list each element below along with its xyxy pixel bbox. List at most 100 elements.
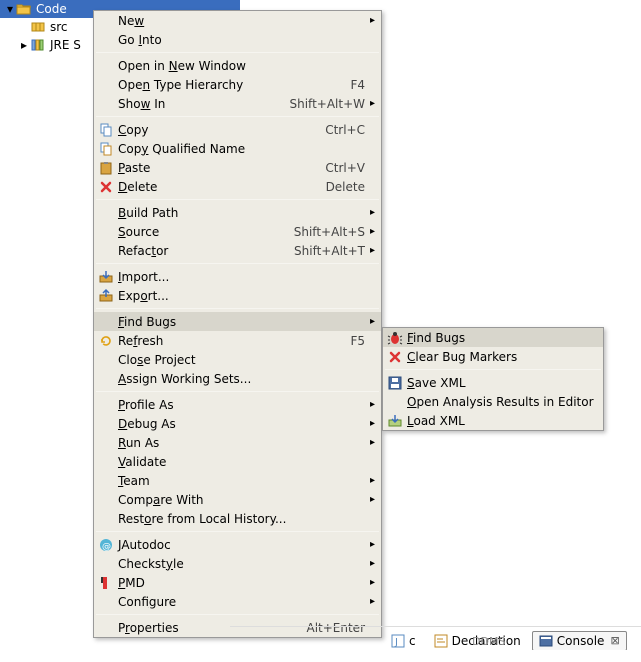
menu-item-label: Run As (118, 436, 357, 450)
menu-item[interactable]: PasteCtrl+V (94, 158, 381, 177)
menu-item[interactable]: Configure▸ (94, 592, 381, 611)
menu-item-label: Source (118, 225, 286, 239)
menu-icon-empty (98, 224, 114, 240)
menu-item[interactable]: Validate (94, 452, 381, 471)
menu-accelerator: F5 (350, 334, 365, 348)
menu-item-label: Delete (118, 180, 318, 194)
menu-item[interactable]: RefactorShift+Alt+T▸ (94, 241, 381, 260)
menu-icon-empty (98, 13, 114, 29)
menu-item[interactable]: Restore from Local History... (94, 509, 381, 528)
menu-separator (96, 308, 379, 309)
submenu-arrow-icon: ▸ (365, 539, 375, 550)
bug-icon (387, 330, 403, 346)
menu-item[interactable]: Compare With▸ (94, 490, 381, 509)
menu-item[interactable]: Save XML (383, 373, 603, 392)
expand-toggle[interactable]: ▾ (4, 2, 16, 16)
menu-item-label: Go Into (118, 33, 357, 47)
menu-item-label: Clear Bug Markers (407, 350, 597, 364)
menu-accelerator: Shift+Alt+S (294, 225, 365, 239)
menu-icon-empty (98, 397, 114, 413)
tab-label: Console (557, 634, 605, 648)
close-icon[interactable]: ⊠ (610, 634, 619, 647)
menu-item[interactable]: Export... (94, 286, 381, 305)
menu-icon-empty (98, 352, 114, 368)
menu-item[interactable]: Copy Qualified Name (94, 139, 381, 158)
svg-text:J: J (394, 637, 398, 648)
menu-item[interactable]: RefreshF5 (94, 331, 381, 350)
menu-separator (96, 52, 379, 53)
menu-item[interactable]: CopyCtrl+C (94, 120, 381, 139)
menu-item[interactable]: Find Bugs▸ (94, 312, 381, 331)
package-icon (30, 19, 46, 35)
menu-accelerator: F4 (350, 78, 365, 92)
menu-item[interactable]: Assign Working Sets... (94, 369, 381, 388)
menu-item[interactable]: @JAutodoc▸ (94, 535, 381, 554)
menu-item[interactable]: Source Shift+Alt+S▸ (94, 222, 381, 241)
expand-toggle[interactable]: ▸ (18, 38, 30, 52)
refresh-icon (98, 333, 114, 349)
menu-item[interactable]: Open Type Hierarchy F4 (94, 75, 381, 94)
menu-item-label: Validate (118, 455, 357, 469)
menu-item-label: Open in New Window (118, 59, 357, 73)
menu-item[interactable]: Open in New Window (94, 56, 381, 75)
menu-icon-empty (98, 243, 114, 259)
menu-icon-empty (98, 594, 114, 610)
menu-item-label: Open Type Hierarchy (118, 78, 342, 92)
copy-qual-icon (98, 141, 114, 157)
menu-item[interactable]: PMD▸ (94, 573, 381, 592)
menu-item-label: Paste (118, 161, 317, 175)
menu-item[interactable]: Find Bugs (383, 328, 603, 347)
menu-item[interactable]: Load XML (383, 411, 603, 430)
menu-icon-empty (98, 511, 114, 527)
javadoc-icon: J (391, 634, 405, 648)
menu-separator (96, 199, 379, 200)
tree-node-label: JRE S (48, 38, 83, 52)
paste-icon (98, 160, 114, 176)
tree-node-label: Code (34, 2, 69, 16)
menu-icon-empty (98, 454, 114, 470)
menu-icon-empty (98, 32, 114, 48)
menu-item[interactable]: Team▸ (94, 471, 381, 490)
submenu-arrow-icon: ▸ (365, 437, 375, 448)
menu-item[interactable]: DeleteDelete (94, 177, 381, 196)
menu-item[interactable]: Run As ▸ (94, 433, 381, 452)
menu-item[interactable]: Go Into (94, 30, 381, 49)
menu-accelerator: Ctrl+C (325, 123, 365, 137)
menu-icon-empty (98, 416, 114, 432)
tree-node-label: src (48, 20, 70, 34)
delete-icon (98, 179, 114, 195)
menu-item[interactable]: Checkstyle▸ (94, 554, 381, 573)
import-icon (98, 269, 114, 285)
submenu-arrow-icon: ▸ (365, 245, 375, 256)
menu-item-label: Restore from Local History... (118, 512, 357, 526)
menu-item[interactable]: Clear Bug Markers (383, 347, 603, 366)
menu-item[interactable]: Open Analysis Results in Editor (383, 392, 603, 411)
views-tabbar: DDMS J c Declaration Console ⊠ (230, 626, 641, 650)
menu-item[interactable]: Debug As▸ (94, 414, 381, 433)
submenu-arrow-icon: ▸ (365, 558, 375, 569)
menu-item[interactable]: Profile As▸ (94, 395, 381, 414)
menu-item[interactable]: Import... (94, 267, 381, 286)
tab-console[interactable]: Console ⊠ (532, 631, 627, 651)
menu-item[interactable]: Build Path▸ (94, 203, 381, 222)
submenu-arrow-icon: ▸ (365, 596, 375, 607)
menu-item-label: Compare With (118, 493, 357, 507)
menu-item-label: Assign Working Sets... (118, 372, 357, 386)
submenu-arrow-icon: ▸ (365, 226, 375, 237)
jautodoc-icon: @ (98, 537, 114, 553)
menu-item[interactable]: Close Project (94, 350, 381, 369)
menu-icon-empty (98, 58, 114, 74)
menu-item[interactable]: New▸ (94, 11, 381, 30)
save-icon (387, 375, 403, 391)
menu-item-label: Refactor (118, 244, 286, 258)
decl-icon (434, 634, 448, 648)
menu-item-label: New (118, 14, 357, 28)
svg-text:@: @ (102, 542, 111, 552)
tab-javadoc[interactable]: J c (384, 631, 423, 651)
copy-icon (98, 122, 114, 138)
menu-icon-empty (98, 492, 114, 508)
menu-item-label: Team (118, 474, 357, 488)
submenu-arrow-icon: ▸ (365, 316, 375, 327)
menu-item-label: Close Project (118, 353, 357, 367)
menu-item[interactable]: Show InShift+Alt+W▸ (94, 94, 381, 113)
